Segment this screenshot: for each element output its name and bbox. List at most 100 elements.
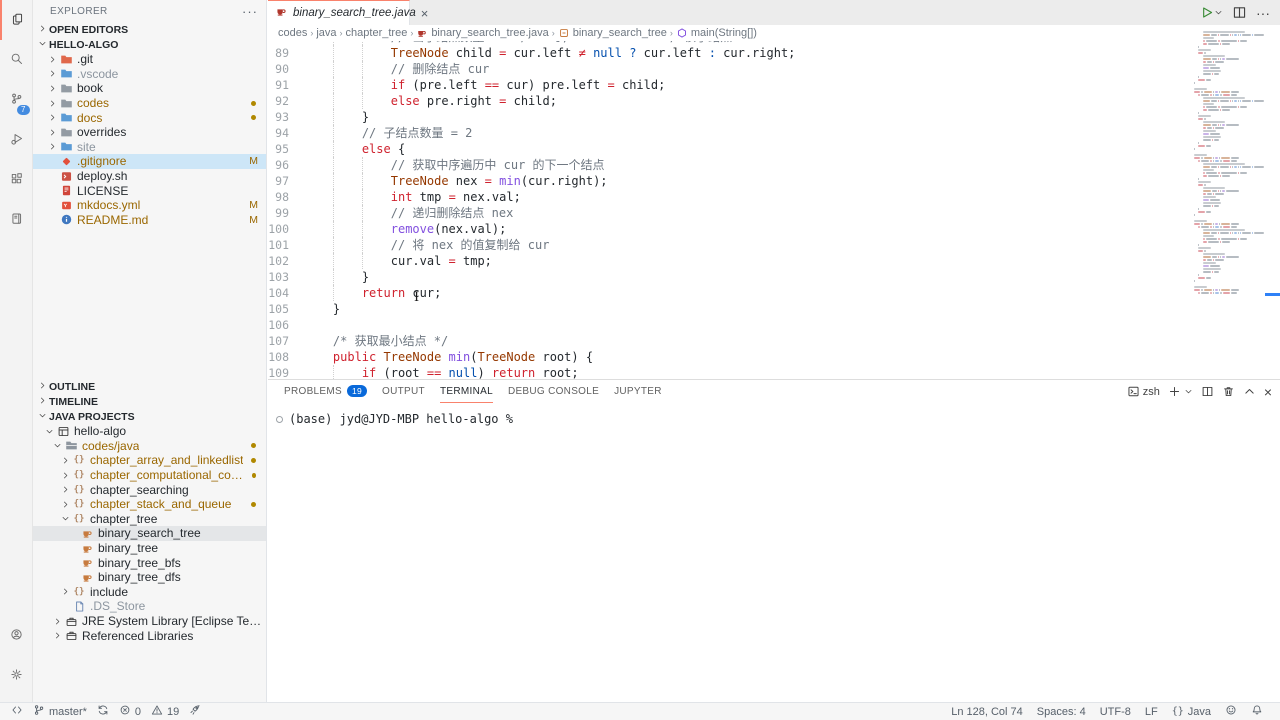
line-number[interactable]: 95 — [268, 141, 304, 157]
code-line-94[interactable]: 94// 子结点数量 = 2 — [268, 125, 1190, 141]
activity-notebook[interactable] — [0, 200, 33, 240]
line-number[interactable]: 105 — [268, 301, 304, 317]
jp-item-binary-tree[interactable]: binary_tree — [33, 541, 266, 556]
root-folder-row[interactable]: HELLO-ALGO — [33, 37, 266, 52]
code-line-100[interactable]: 100remove(nex.val); — [268, 221, 1190, 237]
activity-settings[interactable] — [0, 656, 33, 696]
line-number[interactable]: 99 — [268, 205, 304, 221]
line-number[interactable]: 98 — [268, 189, 304, 205]
split-terminal-button[interactable] — [1201, 385, 1214, 398]
kill-terminal-button[interactable] — [1222, 385, 1235, 398]
line-number[interactable]: 97 — [268, 173, 304, 189]
code-line-92[interactable]: 92else pre.right = child; — [268, 93, 1190, 109]
tree-item-book[interactable]: book — [33, 81, 266, 96]
code-line-98[interactable]: 98int tmp = nex.val; — [268, 189, 1190, 205]
code-editor[interactable]: 88// 当子结点数量 = 0 / 1 时, child = null / 该子… — [268, 41, 1190, 379]
status-sync[interactable] — [92, 703, 114, 720]
breadcrumb-codes[interactable]: codes — [278, 27, 307, 39]
jp-item-jre-system-library-eclipse-temurin-17-17-[interactable]: JRE System Library [Eclipse Temurin 17 [… — [33, 614, 266, 629]
jp-item-binary-tree-bfs[interactable]: binary_tree_bfs — [33, 555, 266, 570]
code-line-99[interactable]: 99// 递归删除结点 nex — [268, 205, 1190, 221]
jp-item-include[interactable]: {}include — [33, 585, 266, 600]
line-number[interactable]: 100 — [268, 221, 304, 237]
tab-binary-search-tree[interactable]: binary_search_tree.java × — [268, 0, 410, 25]
panel-tab-debug-console[interactable]: DEBUG CONSOLE — [508, 380, 599, 403]
code-line-91[interactable]: 91if (pre.left == cur) pre.left = child; — [268, 77, 1190, 93]
code-line-103[interactable]: 103} — [268, 269, 1190, 285]
tree-item-license[interactable]: LICENSE — [33, 183, 266, 198]
jp-item-chapter-tree[interactable]: {}chapter_tree — [33, 512, 266, 527]
line-number[interactable]: 92 — [268, 93, 304, 109]
code-line-109[interactable]: 109if (root == null) return root; — [268, 365, 1190, 379]
line-number[interactable]: 106 — [268, 317, 304, 333]
more-actions-icon[interactable]: ··· — [242, 4, 258, 19]
tree-item-overrides[interactable]: overrides — [33, 125, 266, 140]
breadcrumb-java[interactable]: java — [316, 27, 336, 39]
line-number[interactable]: 91 — [268, 77, 304, 93]
line-number[interactable]: 104 — [268, 285, 304, 301]
new-terminal-button[interactable] — [1168, 385, 1181, 398]
jp-item-binary-search-tree[interactable]: binary_search_tree — [33, 526, 266, 541]
code-line-108[interactable]: 108public TreeNode min(TreeNode root) { — [268, 349, 1190, 365]
terminal[interactable]: (base) jyd@JYD-MBP hello-algo % — [268, 403, 1280, 426]
split-editor-button[interactable] — [1232, 5, 1247, 20]
more-actions-icon[interactable]: ··· — [1256, 5, 1270, 21]
status-notifications[interactable] — [1244, 703, 1270, 720]
activity-extensions[interactable] — [0, 160, 33, 200]
jp-item-chapter-computational-complexity[interactable]: {}chapter_computational_complexity — [33, 468, 266, 483]
jp-item-chapter-searching[interactable]: {}chapter_searching — [33, 482, 266, 497]
tree-item-mkdocs-yml[interactable]: mkdocs.ymlM — [33, 198, 266, 213]
panel-tab-output[interactable]: OUTPUT — [382, 380, 425, 403]
status-encoding[interactable]: UTF-8 — [1093, 703, 1138, 720]
close-icon[interactable]: × — [421, 6, 429, 21]
code-line-104[interactable]: 104return cur; — [268, 285, 1190, 301]
code-line-102[interactable]: 102cur.val = tmp; — [268, 253, 1190, 269]
tree-item-site[interactable]: site — [33, 140, 266, 155]
tree-item-readme-md[interactable]: README.mdM — [33, 213, 266, 228]
line-number[interactable]: 103 — [268, 269, 304, 285]
code-line-106[interactable]: 106 — [268, 317, 1190, 333]
code-line-90[interactable]: 90// 删除结点 cur — [268, 61, 1190, 77]
panel-tab-problems[interactable]: PROBLEMS19 — [284, 380, 367, 403]
status-cursor-position[interactable]: Ln 128, Col 74 — [944, 703, 1030, 720]
line-number[interactable]: 101 — [268, 237, 304, 253]
outline-section[interactable]: OUTLINE — [33, 379, 266, 394]
tree-item--git[interactable]: .git — [33, 52, 266, 67]
code-line-95[interactable]: 95else { — [268, 141, 1190, 157]
status-branch[interactable]: master* — [28, 703, 92, 720]
tree-item--vscode[interactable]: .vscode — [33, 67, 266, 82]
tree-item-deploy-sh[interactable]: deploy.sh — [33, 169, 266, 184]
breadcrumb-binary-search-tree-java[interactable]: binary_search_tree.java — [416, 27, 548, 39]
line-number[interactable]: 94 — [268, 125, 304, 141]
activity-explorer[interactable] — [0, 0, 33, 40]
code-line-96[interactable]: 96// 获取中序遍历中 cur 的下一个结点 — [268, 157, 1190, 173]
timeline-section[interactable]: TIMELINE — [33, 394, 266, 409]
tree-item-docs[interactable]: docs — [33, 110, 266, 125]
jp-item-codes-java[interactable]: codes/java — [33, 439, 266, 454]
minimap[interactable] — [1190, 30, 1264, 379]
status-feedback[interactable] — [1218, 703, 1244, 720]
java-projects-section[interactable]: JAVA PROJECTS — [33, 409, 266, 424]
code-line-101[interactable]: 101// 将 nex 的值复制给 cur — [268, 237, 1190, 253]
line-number[interactable]: 96 — [268, 157, 304, 173]
jp-item-binary-tree-dfs[interactable]: binary_tree_dfs — [33, 570, 266, 585]
jp-item-hello-algo[interactable]: hello-algo — [33, 424, 266, 439]
jp-item-referenced-libraries[interactable]: Referenced Libraries — [33, 628, 266, 643]
panel-tab-terminal[interactable]: TERMINAL — [440, 380, 493, 403]
line-number[interactable]: 90 — [268, 61, 304, 77]
status-java-ready[interactable] — [184, 703, 206, 720]
run-button[interactable] — [1199, 5, 1223, 20]
panel-tab-jupyter[interactable]: JUPYTER — [614, 380, 662, 403]
jp-item-chapter-array-and-linkedlist[interactable]: {}chapter_array_and_linkedlist — [33, 453, 266, 468]
terminal-shell-select[interactable]: zsh — [1127, 385, 1160, 398]
line-number[interactable]: 108 — [268, 349, 304, 365]
line-number[interactable]: 93 — [268, 109, 304, 125]
code-line-105[interactable]: 105} — [268, 301, 1190, 317]
jp-item--ds-store[interactable]: .DS_Store — [33, 599, 266, 614]
line-number[interactable]: 107 — [268, 333, 304, 349]
activity-account[interactable] — [0, 616, 33, 656]
status-warnings[interactable]: 19 — [146, 703, 184, 720]
close-panel-button[interactable]: × — [1264, 384, 1272, 400]
code-line-89[interactable]: 89TreeNode child = cur.left ≠ null ? cur… — [268, 45, 1190, 61]
code-line-93[interactable]: 93} — [268, 109, 1190, 125]
